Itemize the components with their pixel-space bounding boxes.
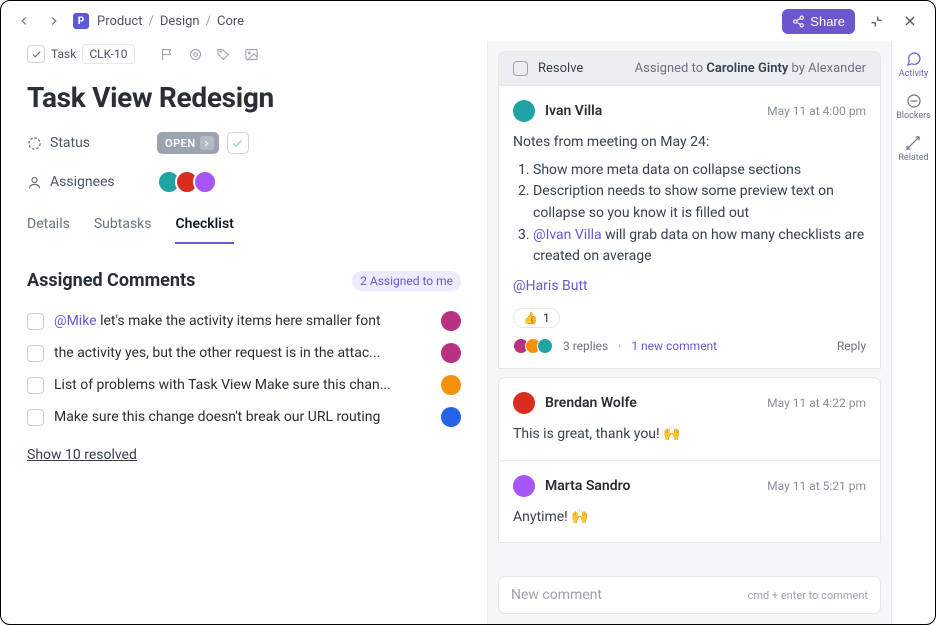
- reaction-button[interactable]: 👍 1: [513, 308, 560, 328]
- comment-card: Brendan Wolfe May 11 at 4:22 pm This is …: [498, 377, 881, 461]
- assignee-avatars[interactable]: [157, 170, 217, 194]
- close-button[interactable]: [897, 8, 923, 34]
- assigned-name[interactable]: Caroline Ginty: [706, 61, 788, 76]
- block-icon: [906, 93, 922, 109]
- complete-toggle[interactable]: [227, 132, 249, 154]
- mention[interactable]: @Ivan Villa: [533, 227, 602, 243]
- checkbox[interactable]: [27, 409, 44, 426]
- sidebar-related[interactable]: Related: [898, 135, 928, 163]
- checkbox[interactable]: [27, 345, 44, 362]
- comment-card: Marta Sandro May 11 at 5:21 pm Anytime! …: [498, 461, 881, 544]
- list-item[interactable]: List of problems with Task View Make sur…: [27, 369, 461, 401]
- avatar: [513, 100, 535, 122]
- avatar: [513, 475, 535, 497]
- comment-time: May 11 at 4:22 pm: [767, 396, 866, 410]
- resolve-label: Resolve: [538, 61, 583, 76]
- crumb-1[interactable]: Design: [160, 14, 200, 29]
- status-chip[interactable]: OPEN: [157, 132, 219, 154]
- tab-details[interactable]: Details: [27, 210, 70, 244]
- project-badge[interactable]: P: [73, 13, 89, 29]
- tag-icon[interactable]: [213, 43, 235, 65]
- tab-checklist[interactable]: Checklist: [175, 210, 233, 244]
- target-icon[interactable]: [185, 43, 207, 65]
- new-comment-placeholder: New comment: [511, 587, 602, 603]
- list-item[interactable]: Make sure this change doesn't break our …: [27, 401, 461, 433]
- replies-count[interactable]: 3 replies: [563, 339, 608, 353]
- comment-author[interactable]: Ivan Villa: [545, 103, 602, 119]
- assigned-comments-list: @Mike let's make the activity items here…: [27, 305, 461, 433]
- share-label: Share: [810, 14, 845, 29]
- right-sidebar: Activity Blockers Related: [891, 41, 935, 624]
- sidebar-blockers[interactable]: Blockers: [896, 93, 931, 121]
- avatar: [441, 407, 461, 427]
- status-prop-label: Status: [27, 135, 157, 151]
- page-title: Task View Redesign: [27, 81, 461, 114]
- avatar: [193, 170, 217, 194]
- assigned-comments-heading: Assigned Comments: [27, 270, 195, 291]
- tab-subtasks[interactable]: Subtasks: [94, 210, 152, 244]
- share-button[interactable]: Share: [782, 9, 855, 34]
- status-next-icon[interactable]: [200, 136, 214, 150]
- nav-back-button[interactable]: [13, 10, 35, 32]
- image-icon[interactable]: [241, 43, 263, 65]
- checkbox[interactable]: [27, 313, 44, 330]
- resolve-checkbox[interactable]: [513, 61, 528, 76]
- task-type-label: Task: [51, 47, 76, 61]
- comment-author[interactable]: Brendan Wolfe: [545, 395, 637, 411]
- composer-hint: cmd + enter to comment: [748, 589, 868, 602]
- status-icon: [27, 136, 42, 151]
- nav-forward-button[interactable]: [43, 10, 65, 32]
- crumb-0[interactable]: Product: [97, 14, 142, 29]
- comment-time: May 11 at 5:21 pm: [767, 479, 866, 493]
- avatar: [513, 392, 535, 414]
- avatar: [441, 375, 461, 395]
- link-icon: [905, 135, 921, 151]
- sidebar-activity[interactable]: Activity: [899, 51, 928, 79]
- share-icon: [792, 15, 805, 28]
- reply-avatars: [513, 338, 553, 354]
- assigned-to-me-badge[interactable]: 2 Assigned to me: [352, 271, 461, 291]
- checkbox[interactable]: [27, 377, 44, 394]
- avatar: [441, 311, 461, 331]
- task-type-icon: [27, 45, 45, 63]
- tabs: Details Subtasks Checklist: [27, 210, 461, 244]
- chat-icon: [906, 51, 922, 67]
- assignees-prop-label: Assignees: [27, 174, 157, 190]
- status-value: OPEN: [165, 137, 196, 150]
- collapse-button[interactable]: [863, 8, 889, 34]
- comment-time: May 11 at 4:00 pm: [767, 104, 866, 118]
- topbar: P Product/ Design/ Core Share: [1, 1, 935, 41]
- comment-card: Ivan Villa May 11 at 4:00 pm Notes from …: [498, 86, 881, 369]
- flag-icon[interactable]: [157, 43, 179, 65]
- reply-button[interactable]: Reply: [837, 339, 866, 353]
- person-icon: [27, 175, 42, 190]
- task-id[interactable]: CLK-10: [82, 44, 134, 64]
- new-comment-link[interactable]: 1 new comment: [631, 339, 717, 353]
- new-comment-input[interactable]: New comment cmd + enter to comment: [498, 576, 881, 614]
- list-item[interactable]: @Mike let's make the activity items here…: [27, 305, 461, 337]
- thread-header: Resolve Assigned to Caroline Ginty by Al…: [498, 51, 881, 86]
- comment-author[interactable]: Marta Sandro: [545, 478, 630, 494]
- list-item[interactable]: the activity yes, but the other request …: [27, 337, 461, 369]
- breadcrumb: Product/ Design/ Core: [97, 14, 244, 29]
- crumb-2[interactable]: Core: [217, 14, 244, 29]
- mention[interactable]: @Haris Butt: [513, 278, 588, 294]
- show-resolved-link[interactable]: Show 10 resolved: [27, 447, 461, 463]
- avatar: [441, 343, 461, 363]
